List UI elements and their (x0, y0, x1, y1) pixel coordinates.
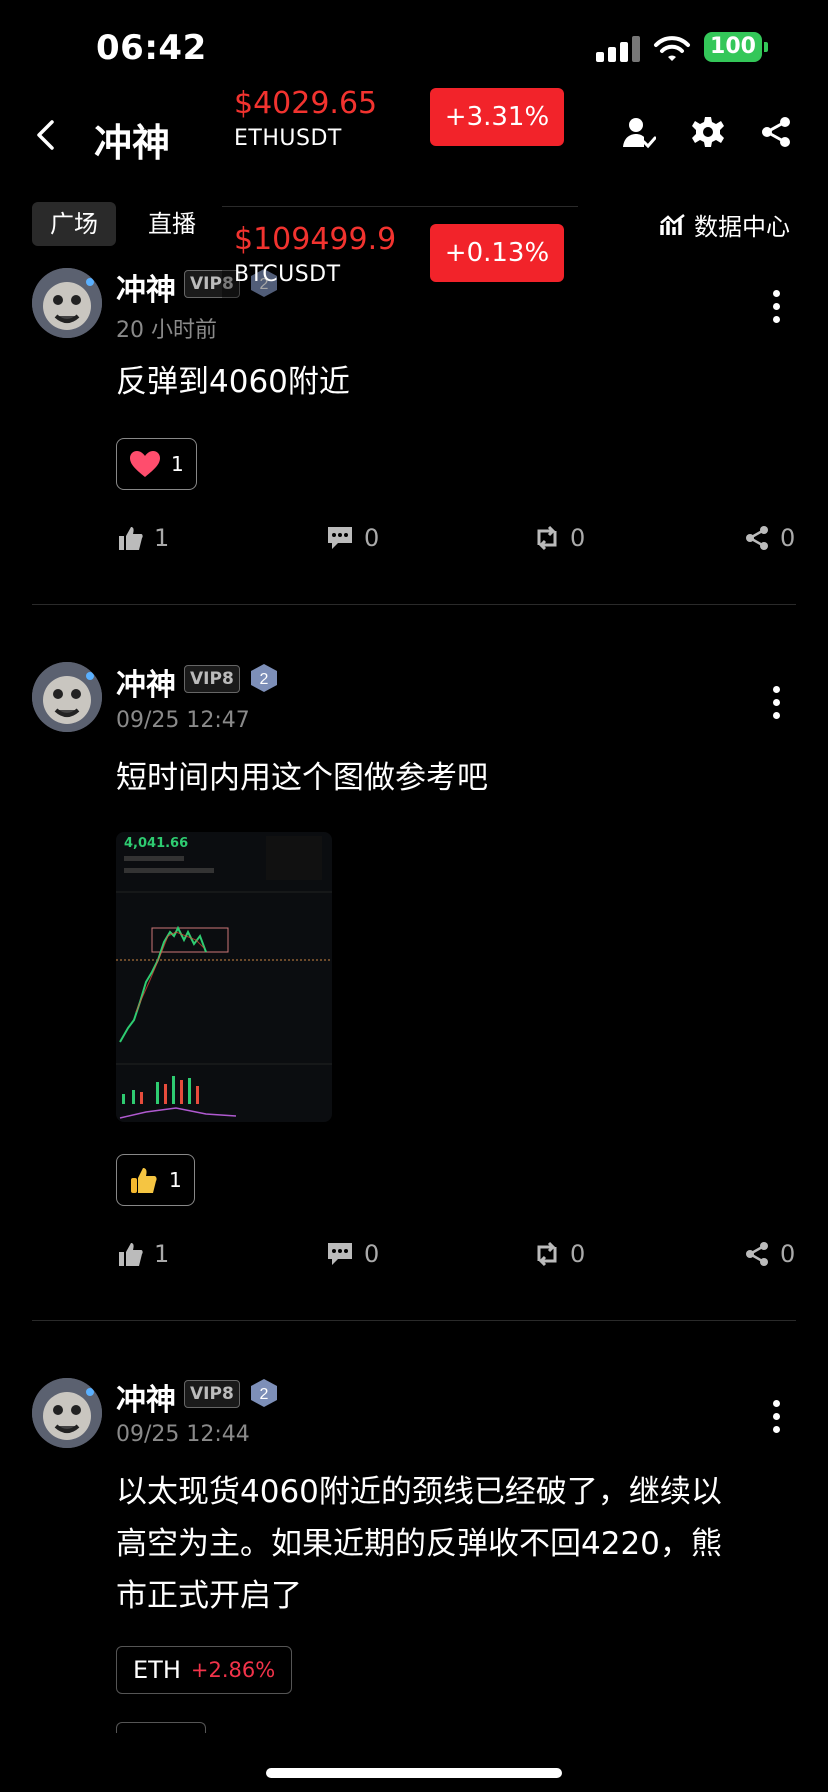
like-button[interactable]: 1 (118, 524, 169, 552)
post-text-line: 以太现货4060附近的颈线已经破了，继续以 (116, 1474, 722, 1510)
chart-icon (660, 213, 685, 235)
heart-icon (130, 451, 160, 477)
reaction-count: 1 (171, 452, 184, 476)
comment-button[interactable]: 0 (326, 524, 379, 552)
like-count: 1 (154, 524, 170, 552)
coin-tag-change: +2.86% (190, 1658, 276, 1682)
post-text: 反弹到4060附近 (116, 364, 350, 400)
divider (32, 604, 796, 605)
share-icon (746, 526, 768, 550)
more-menu-icon[interactable] (773, 686, 781, 725)
chart-image-graphic (116, 836, 332, 1119)
post-time: 09/25 12:44 (116, 1422, 250, 1447)
vip-badge: VIP8 (184, 665, 240, 693)
level-badge-icon: 2 (251, 1379, 277, 1407)
username[interactable]: 冲神 (116, 1375, 176, 1419)
more-menu-icon[interactable] (773, 290, 781, 329)
thumb-up-icon (119, 1243, 143, 1266)
reaction-count: 1 (169, 1168, 182, 1192)
divider (32, 1320, 796, 1321)
back-arrow-icon[interactable] (34, 118, 56, 152)
comment-button[interactable]: 0 (326, 1240, 379, 1268)
home-indicator (266, 1768, 562, 1778)
battery-icon: 100 (704, 32, 762, 62)
ticker-row-eth[interactable]: $4029.65 ETHUSDT +3.31% (222, 70, 578, 207)
like-count: 1 (154, 1240, 170, 1268)
gear-icon[interactable] (692, 116, 724, 148)
post-time: 09/25 12:47 (116, 708, 250, 733)
level-badge-icon: 2 (251, 664, 277, 692)
post-text-line: 市正式开启了 (116, 1578, 302, 1614)
share-icon[interactable] (760, 116, 792, 148)
tab-plaza[interactable]: 广场 (32, 202, 116, 246)
reaction-chip[interactable]: 1 (116, 438, 197, 490)
vip-badge: VIP8 (184, 1380, 240, 1408)
thumb-up-icon (119, 527, 143, 550)
data-center-label: 数据中心 (694, 213, 790, 241)
reaction-chip[interactable]: 1 (116, 1154, 195, 1206)
username[interactable]: 冲神 (116, 265, 176, 309)
repost-icon (537, 1241, 557, 1267)
post-time: 20 小时前 (116, 318, 217, 343)
coin-tag[interactable]: ETH +2.86% (116, 1646, 293, 1694)
repost-count: 0 (570, 524, 586, 552)
ticker-symbol: ETHUSDT (234, 126, 342, 151)
avatar[interactable] (32, 1378, 102, 1448)
comment-icon (328, 527, 352, 549)
svg-text:2: 2 (260, 1386, 269, 1403)
ticker-change: +0.13% (430, 224, 564, 282)
username[interactable]: 冲神 (116, 660, 176, 704)
avatar[interactable] (32, 268, 102, 338)
tab-live[interactable]: 直播 (130, 202, 214, 246)
reaction-chip-partial[interactable] (116, 1722, 206, 1733)
like-button[interactable]: 1 (118, 1240, 169, 1268)
post-text-line: 高空为主。如果近期的反弹收不回4220，熊 (116, 1526, 722, 1562)
share-button[interactable]: 0 (744, 1240, 795, 1268)
user-follow-icon[interactable] (622, 116, 656, 150)
status-time: 06:42 (96, 28, 207, 68)
wifi-icon (654, 36, 690, 61)
repost-icon (537, 525, 557, 551)
ticker-price: $4029.65 (234, 86, 378, 121)
more-menu-icon[interactable] (773, 1400, 781, 1439)
chart-image-price: 4,041.66 (124, 836, 189, 851)
data-center-link[interactable]: 数据中心 (660, 207, 790, 242)
comment-icon (328, 1243, 352, 1265)
repost-button[interactable]: 0 (534, 1240, 585, 1268)
ticker-row-btc[interactable]: $109499.9 BTCUSDT +0.13% (222, 206, 578, 342)
signal-icon (596, 36, 640, 62)
ticker-price: $109499.9 (234, 222, 397, 257)
coin-tag-symbol: ETH (133, 1656, 181, 1684)
comment-count: 0 (364, 524, 380, 552)
share-icon (746, 1242, 768, 1266)
battery-cap (764, 42, 768, 52)
svg-text:2: 2 (260, 671, 269, 688)
repost-button[interactable]: 0 (534, 524, 585, 552)
ticker-change: +3.31% (430, 88, 564, 146)
repost-count: 0 (570, 1240, 586, 1268)
share-count: 0 (780, 1240, 796, 1268)
post-chart-image[interactable]: 4,041.66 (116, 832, 332, 1122)
ticker-overlay: $4029.65 ETHUSDT +3.31% $109499.9 BTCUSD… (222, 70, 578, 332)
page-title: 冲神 (94, 121, 171, 165)
post-text: 短时间内用这个图做参考吧 (116, 760, 488, 796)
thumbs-up-emoji-icon (131, 1168, 157, 1193)
comment-count: 0 (364, 1240, 380, 1268)
share-count: 0 (780, 524, 796, 552)
avatar[interactable] (32, 662, 102, 732)
share-button[interactable]: 0 (744, 524, 795, 552)
ticker-symbol: BTCUSDT (234, 262, 341, 287)
